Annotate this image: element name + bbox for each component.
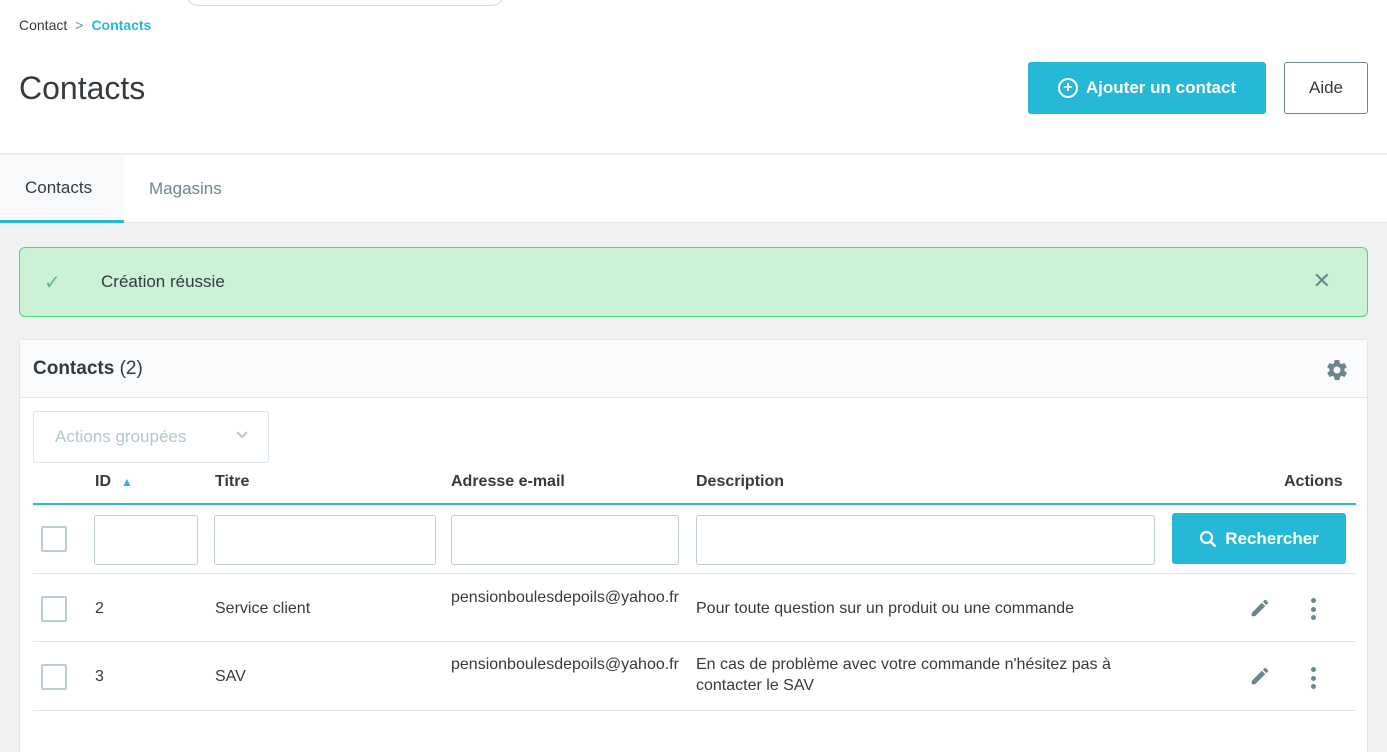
search-button[interactable]: Rechercher [1172, 513, 1346, 564]
add-contact-button[interactable]: + Ajouter un contact [1028, 62, 1266, 114]
panel-header: Contacts (2) [20, 340, 1367, 398]
plus-circle-icon: + [1057, 78, 1078, 98]
contacts-panel: Contacts (2) Actions groupées ID ▲ Titre … [19, 339, 1368, 752]
row-id: 2 [95, 600, 104, 617]
header-divider [33, 503, 1356, 505]
row-email: pensionboulesdepoils@yahoo.fr [451, 656, 679, 673]
column-id-label: ID [95, 473, 111, 490]
page-title: Contacts [19, 70, 146, 106]
row-divider [33, 641, 1356, 642]
row-email: pensionboulesdepoils@yahoo.fr [451, 589, 679, 606]
tab-bar: Contacts Magasins [0, 155, 1387, 223]
column-header-description[interactable]: Description [696, 473, 784, 491]
filter-id-input[interactable] [94, 515, 198, 565]
panel-title: Contacts (2) [33, 358, 143, 380]
filter-title-input[interactable] [214, 515, 436, 565]
column-header-id[interactable]: ID ▲ [95, 473, 133, 491]
chevron-down-icon [234, 426, 250, 445]
breadcrumb-parent-link[interactable]: Contact [19, 17, 67, 33]
breadcrumb-separator: > [75, 17, 84, 33]
success-alert: ✓ Création réussie ✕ [19, 247, 1368, 317]
edit-icon[interactable] [1249, 665, 1271, 687]
bulk-actions-label: Actions groupées [55, 427, 187, 446]
breadcrumb-current[interactable]: Contacts [91, 17, 151, 33]
close-icon[interactable]: ✕ [1313, 268, 1331, 294]
row-title: SAV [215, 668, 246, 685]
column-header-title[interactable]: Titre [215, 473, 249, 491]
tab-contacts[interactable]: Contacts [0, 155, 124, 223]
row-divider [33, 573, 1356, 574]
panel-title-text: Contacts [33, 358, 115, 379]
more-actions-icon[interactable] [1310, 598, 1316, 620]
row-title: Service client [215, 600, 311, 617]
page-header: Contact > Contacts Contacts + Ajouter un… [0, 0, 1387, 154]
alert-message: Création réussie [101, 272, 225, 291]
add-contact-label: Ajouter un contact [1085, 78, 1237, 97]
bulk-actions-dropdown[interactable]: Actions groupées [33, 411, 269, 463]
row-id: 3 [95, 668, 104, 685]
sort-ascending-icon[interactable]: ▲ [121, 475, 133, 489]
more-actions-icon[interactable] [1310, 667, 1316, 689]
help-button[interactable]: Aide [1284, 62, 1368, 114]
row-checkbox[interactable] [41, 664, 67, 690]
search-icon [1200, 530, 1217, 547]
header-search-input[interactable] [186, 0, 504, 6]
column-header-email[interactable]: Adresse e-mail [451, 473, 565, 491]
panel-count: (2) [119, 358, 143, 379]
row-checkbox[interactable] [41, 596, 67, 622]
gear-icon[interactable] [1325, 358, 1349, 382]
search-button-label: Rechercher [1225, 528, 1319, 548]
row-divider [33, 710, 1356, 711]
filter-email-input[interactable] [451, 515, 679, 565]
check-icon: ✓ [44, 272, 61, 294]
row-description: En cas de problème avec votre commande n… [696, 656, 1111, 694]
breadcrumb: Contact > Contacts [19, 17, 151, 33]
column-header-actions: Actions [1284, 473, 1343, 490]
filter-description-input[interactable] [696, 515, 1155, 565]
tab-stores[interactable]: Magasins [124, 155, 256, 223]
edit-icon[interactable] [1249, 597, 1271, 619]
select-all-checkbox[interactable] [41, 526, 67, 552]
row-description: Pour toute question sur un produit ou un… [696, 600, 1075, 617]
